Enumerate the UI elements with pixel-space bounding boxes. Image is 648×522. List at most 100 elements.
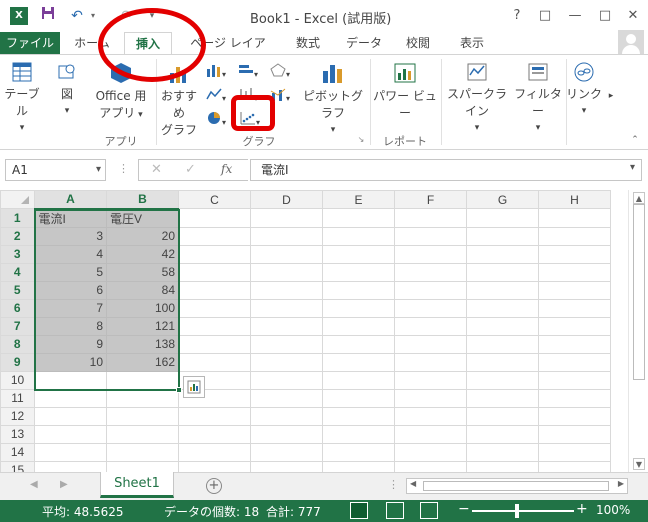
scroll-left-icon[interactable]: ◀ bbox=[410, 479, 416, 488]
cell[interactable] bbox=[466, 262, 539, 282]
cell[interactable] bbox=[394, 298, 467, 318]
cell[interactable] bbox=[178, 334, 251, 354]
row-header[interactable]: 15 bbox=[0, 460, 35, 472]
cell[interactable] bbox=[250, 424, 323, 444]
formula-input[interactable]: 電流I bbox=[250, 159, 642, 181]
cell[interactable] bbox=[34, 442, 107, 462]
cell[interactable] bbox=[322, 280, 395, 300]
cell[interactable] bbox=[178, 280, 251, 300]
hierarchy-chart-button[interactable]: ▾ bbox=[236, 63, 260, 80]
cell[interactable] bbox=[250, 208, 323, 228]
cell[interactable]: 9 bbox=[34, 334, 107, 354]
cell[interactable] bbox=[178, 208, 251, 228]
sheet-tab[interactable]: Sheet1 bbox=[100, 472, 174, 498]
cell[interactable]: 138 bbox=[106, 334, 179, 354]
cell[interactable] bbox=[538, 370, 611, 390]
cell[interactable]: 電流I bbox=[34, 208, 107, 228]
row-header[interactable]: 4 bbox=[0, 262, 36, 282]
close-button[interactable]: ✕ bbox=[622, 6, 644, 26]
cell[interactable] bbox=[322, 208, 395, 228]
cell[interactable] bbox=[394, 334, 467, 354]
cell[interactable] bbox=[538, 244, 611, 264]
row-header[interactable]: 8 bbox=[0, 334, 36, 354]
cell[interactable] bbox=[322, 406, 395, 426]
scroll-right-icon[interactable]: ▶ bbox=[618, 479, 624, 488]
cell[interactable] bbox=[394, 316, 467, 336]
cell[interactable]: 84 bbox=[106, 280, 179, 300]
tab-view[interactable]: 表示 bbox=[452, 32, 492, 54]
cell[interactable] bbox=[322, 262, 395, 282]
cell[interactable] bbox=[178, 226, 251, 246]
next-sheet-icon[interactable]: ▶ bbox=[60, 479, 68, 490]
cell[interactable] bbox=[466, 244, 539, 264]
cell[interactable] bbox=[106, 442, 179, 462]
cell[interactable]: 58 bbox=[106, 262, 179, 282]
column-header[interactable]: E bbox=[322, 190, 395, 209]
maximize-button[interactable]: □ bbox=[594, 6, 616, 26]
save-icon[interactable] bbox=[40, 6, 56, 26]
worksheet-grid[interactable]: A B C D E F G H 1 電流I 電圧V 2 3 20 3 4 42 4 5 58 5 6 84 6… bbox=[0, 190, 628, 472]
cell[interactable] bbox=[538, 316, 611, 336]
cell[interactable] bbox=[34, 424, 107, 444]
row-header[interactable]: 1 bbox=[0, 208, 36, 228]
cell[interactable] bbox=[178, 316, 251, 336]
cell[interactable] bbox=[394, 244, 467, 264]
link-button[interactable]: リンク ▾ bbox=[566, 61, 602, 116]
cell[interactable] bbox=[322, 388, 395, 408]
cell[interactable] bbox=[322, 298, 395, 318]
cell[interactable] bbox=[394, 370, 467, 390]
zoom-level[interactable]: 100% bbox=[596, 503, 630, 517]
cell[interactable]: 7 bbox=[34, 298, 107, 318]
cell[interactable] bbox=[178, 244, 251, 264]
cell[interactable] bbox=[322, 316, 395, 336]
undo-icon[interactable]: ↶ bbox=[68, 6, 86, 26]
cell[interactable] bbox=[538, 262, 611, 282]
pie-chart-button[interactable]: ▾ bbox=[204, 111, 228, 128]
column-header[interactable]: F bbox=[394, 190, 467, 209]
cell[interactable] bbox=[394, 262, 467, 282]
cell[interactable] bbox=[106, 460, 179, 472]
name-box[interactable]: A1 ▾ bbox=[5, 159, 106, 181]
cell[interactable] bbox=[106, 388, 179, 408]
cell[interactable] bbox=[394, 388, 467, 408]
cell[interactable] bbox=[250, 244, 323, 264]
cell[interactable] bbox=[466, 280, 539, 300]
cell[interactable] bbox=[466, 208, 539, 228]
zoom-slider-thumb[interactable] bbox=[515, 504, 519, 518]
tab-file[interactable]: ファイル bbox=[0, 32, 60, 54]
cell[interactable] bbox=[466, 226, 539, 246]
ribbon-display-options-button[interactable]: □ bbox=[534, 6, 556, 26]
cell[interactable] bbox=[250, 280, 323, 300]
horizontal-scroll-thumb[interactable] bbox=[423, 481, 609, 491]
ribbon-scroll-right-icon[interactable]: ▸ bbox=[606, 91, 616, 101]
cell[interactable] bbox=[538, 406, 611, 426]
cell[interactable] bbox=[250, 298, 323, 318]
help-button[interactable]: ? bbox=[506, 6, 528, 26]
cell[interactable] bbox=[106, 370, 179, 390]
cell[interactable] bbox=[538, 280, 611, 300]
scroll-up-icon[interactable]: ▲ bbox=[633, 192, 645, 204]
line-chart-button[interactable]: ▾ bbox=[204, 87, 228, 104]
illustrations-button[interactable]: 図 ▾ bbox=[52, 61, 82, 116]
cell[interactable] bbox=[250, 226, 323, 246]
cancel-icon[interactable]: ✕ bbox=[151, 162, 162, 177]
cell[interactable] bbox=[322, 226, 395, 246]
cell[interactable] bbox=[466, 460, 539, 472]
cell[interactable] bbox=[178, 442, 251, 462]
cell[interactable] bbox=[322, 424, 395, 444]
cell[interactable] bbox=[466, 388, 539, 408]
cell[interactable] bbox=[538, 388, 611, 408]
table-button[interactable]: テーブル ▾ bbox=[2, 61, 42, 133]
collapse-ribbon-icon[interactable]: ⌃ bbox=[628, 135, 642, 145]
cell[interactable] bbox=[394, 208, 467, 228]
cell[interactable] bbox=[466, 316, 539, 336]
cell[interactable] bbox=[250, 334, 323, 354]
cell[interactable] bbox=[394, 352, 467, 372]
page-layout-view-button[interactable] bbox=[386, 502, 404, 519]
scroll-down-icon[interactable]: ▼ bbox=[633, 458, 645, 470]
cell[interactable] bbox=[466, 298, 539, 318]
column-header[interactable]: C bbox=[178, 190, 251, 209]
tab-data[interactable]: データ bbox=[342, 32, 386, 54]
cell[interactable]: 162 bbox=[106, 352, 179, 372]
row-header[interactable]: 11 bbox=[0, 388, 35, 408]
